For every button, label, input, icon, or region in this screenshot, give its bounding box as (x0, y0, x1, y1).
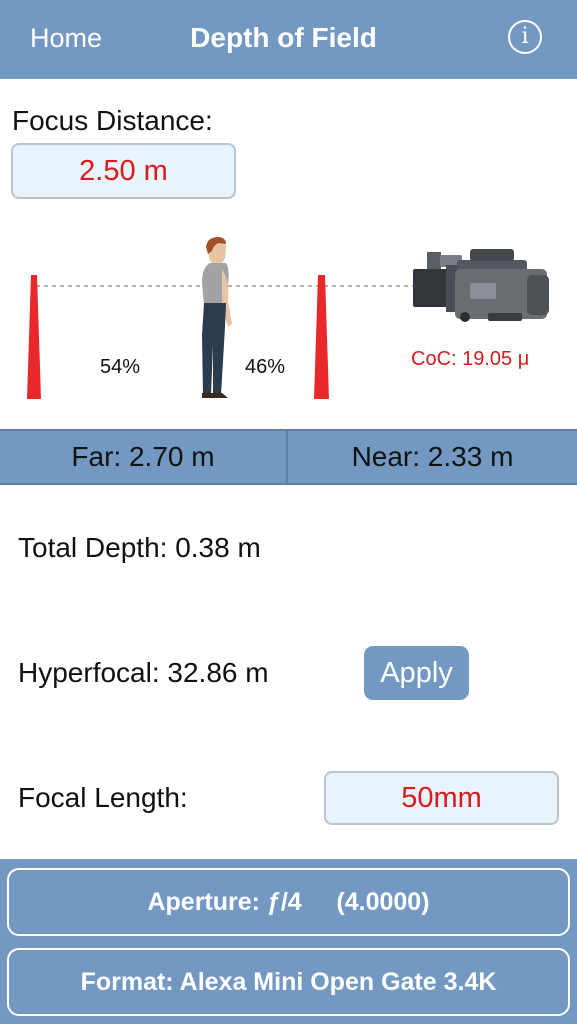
far-limit: Far: 2.70 m (0, 431, 288, 483)
far-near-results: Far: 2.70 m Near: 2.33 m (0, 429, 577, 485)
navigation-bar: Home Depth of Field i (0, 0, 577, 79)
focal-length-label: Focal Length: (18, 782, 188, 813)
info-icon[interactable]: i (508, 20, 542, 54)
focal-length-field[interactable]: 50mm (324, 771, 559, 825)
near-limit: Near: 2.33 m (351, 441, 514, 472)
aperture-button[interactable]: Aperture: ƒ/4 (4.0000) (7, 868, 570, 936)
near-cone-icon (314, 275, 329, 399)
focus-distance-label: Focus Distance: (12, 105, 213, 136)
hyperfocal-distance: Hyperfocal: 32.86 m (18, 657, 269, 688)
bottom-settings-panel: Aperture: ƒ/4 (4.0000) Format: Alexa Min… (0, 859, 577, 1024)
depth-of-field-diagram (27, 237, 549, 399)
apply-hyperfocal-button[interactable]: Apply (364, 646, 469, 700)
circle-of-confusion-readout: CoC: 19.05 μ (411, 348, 530, 370)
person-icon (202, 237, 232, 398)
far-percentage: 54% (100, 356, 141, 378)
total-depth: Total Depth: 0.38 m (18, 532, 261, 563)
focus-distance-field[interactable]: 2.50 m (11, 143, 236, 199)
format-button[interactable]: Format: Alexa Mini Open Gate 3.4K (7, 948, 570, 1016)
far-cone-icon (27, 275, 41, 399)
camera-icon (413, 249, 549, 322)
near-percentage: 46% (245, 356, 286, 378)
page-title: Depth of Field (190, 22, 377, 53)
